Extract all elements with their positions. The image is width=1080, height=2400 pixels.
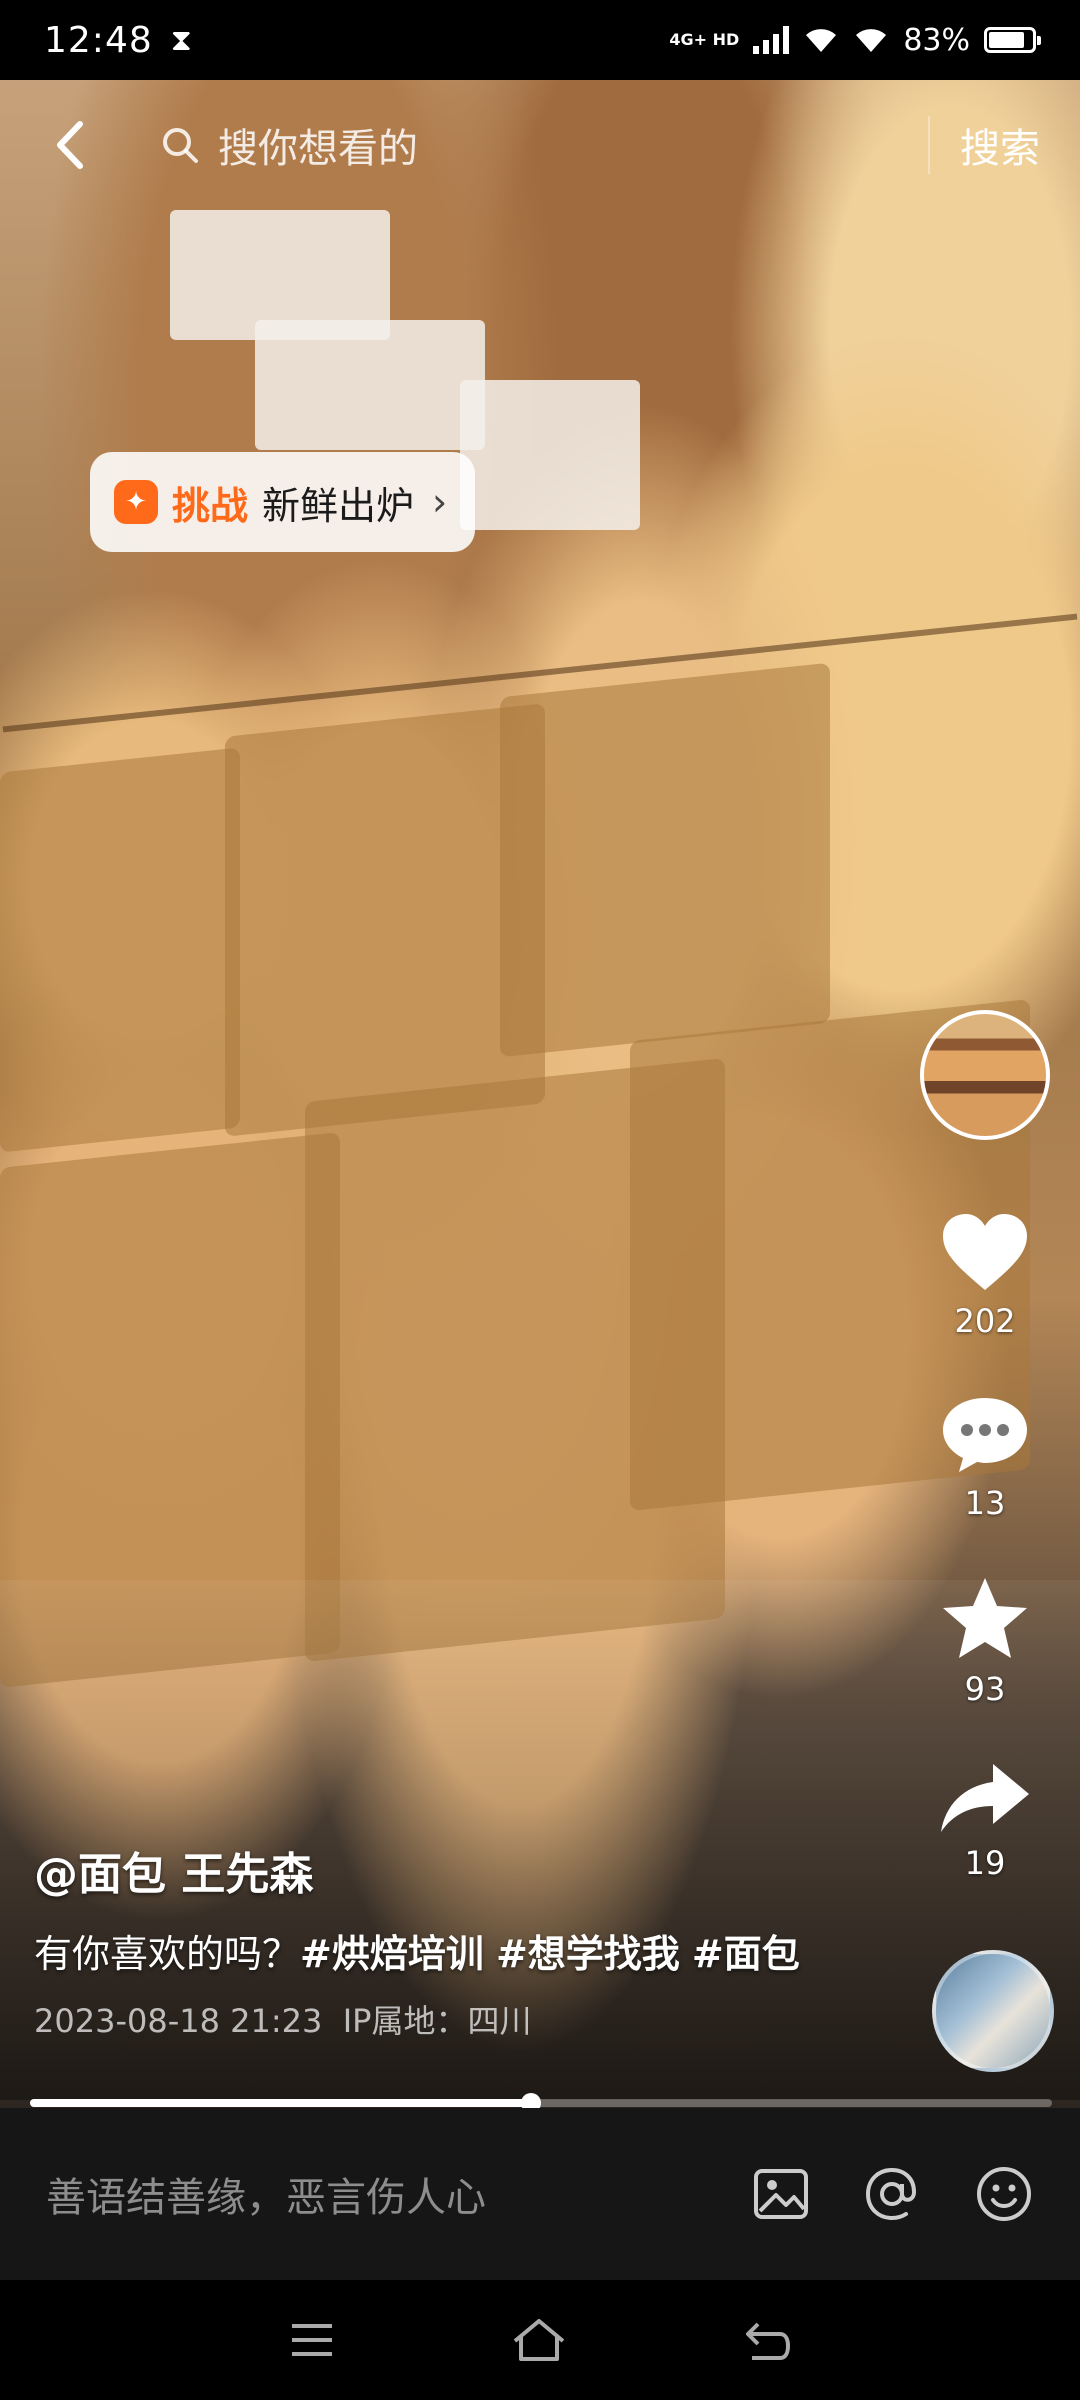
star-icon	[943, 1578, 1027, 1658]
share-count: 19	[964, 1844, 1006, 1882]
challenge-icon: ✦	[114, 480, 158, 524]
post-time: 2023-08-18 21:23	[34, 2002, 323, 2040]
pastry-tray	[500, 662, 830, 1058]
battery-percent: 83%	[903, 22, 970, 58]
image-icon[interactable]	[752, 2165, 810, 2223]
video-description: 有你喜欢的吗？#烘焙培训 #想学找我 #面包	[34, 1926, 834, 1982]
action-rail: 202 13 93 19	[920, 1010, 1050, 1882]
comment-bar: 善语结善缘，恶言伤人心	[0, 2108, 1080, 2280]
network-label: 4G+ HD	[669, 30, 740, 49]
menu-icon[interactable]	[288, 2320, 336, 2360]
home-icon[interactable]	[511, 2317, 567, 2363]
back-button[interactable]	[40, 115, 100, 175]
search-placeholder: 搜你想看的	[218, 126, 418, 172]
search-icon	[163, 128, 198, 163]
author-avatar[interactable]	[920, 1010, 1050, 1140]
emoji-icon[interactable]	[974, 2164, 1034, 2224]
signal-icon	[753, 26, 790, 54]
hashtag[interactable]: #想学找我	[496, 1932, 680, 1976]
price-card	[255, 320, 485, 450]
pastry-tray	[0, 747, 240, 1153]
description-text: 有你喜欢的吗？	[34, 1932, 301, 1976]
comment-button[interactable]: 13	[939, 1392, 1031, 1522]
like-button[interactable]: 202	[939, 1210, 1031, 1340]
wifi-icon	[806, 29, 837, 52]
author-name[interactable]: @面包 王先森	[34, 1838, 834, 1902]
music-disc-avatar[interactable]	[932, 1950, 1054, 2072]
post-meta: 2023-08-18 21:23 IP属地：四川	[34, 1996, 834, 2042]
status-bar: 12:48 ⧗ 4G+ HD 83%	[0, 0, 1080, 80]
pastry-tray	[225, 703, 545, 1137]
status-icons: 4G+ HD 83%	[669, 22, 1041, 58]
system-nav-bar	[0, 2280, 1080, 2400]
comment-tools	[752, 2164, 1034, 2224]
video-caption: @面包 王先森 有你喜欢的吗？#烘焙培训 #想学找我 #面包 2023-08-1…	[34, 1838, 834, 2042]
back-icon[interactable]	[742, 2318, 792, 2362]
battery-icon	[984, 27, 1041, 53]
share-icon	[941, 1764, 1029, 1832]
chevron-right-icon: ›	[432, 480, 448, 524]
status-time: 12:48	[44, 19, 153, 61]
progress-fill	[30, 2099, 531, 2107]
at-icon[interactable]	[862, 2164, 922, 2224]
video-progress[interactable]	[30, 2093, 1052, 2113]
comment-input[interactable]: 善语结善缘，恶言伤人心	[46, 2165, 752, 2223]
comment-icon	[943, 1398, 1027, 1472]
heart-icon	[943, 1214, 1027, 1290]
battery-fill	[989, 32, 1024, 48]
hashtag[interactable]: #面包	[692, 1932, 800, 1976]
challenge-title: 新鲜出炉	[262, 483, 415, 528]
ip-location: IP属地：四川	[342, 2002, 532, 2040]
hourglass-icon: ⧗	[170, 22, 192, 58]
comment-count: 13	[964, 1484, 1006, 1522]
search-button[interactable]: 搜索	[928, 116, 1040, 174]
favorite-button[interactable]: 93	[939, 1574, 1031, 1708]
hashtag[interactable]: #烘焙培训	[300, 1932, 484, 1976]
back-arrow-icon	[57, 121, 83, 169]
wifi-icon-2	[856, 29, 887, 52]
challenge-tag: 挑战	[172, 483, 249, 528]
like-count: 202	[954, 1302, 1016, 1340]
favorite-count: 93	[964, 1670, 1006, 1708]
video-player[interactable]	[0, 80, 1080, 2108]
search-input[interactable]: 搜你想看的	[160, 105, 928, 185]
challenge-chip[interactable]: ✦ 挑战 新鲜出炉 ›	[90, 452, 476, 552]
top-bar: 搜你想看的 搜索	[0, 80, 1080, 210]
price-card	[460, 380, 640, 530]
share-button[interactable]: 19	[937, 1760, 1033, 1882]
